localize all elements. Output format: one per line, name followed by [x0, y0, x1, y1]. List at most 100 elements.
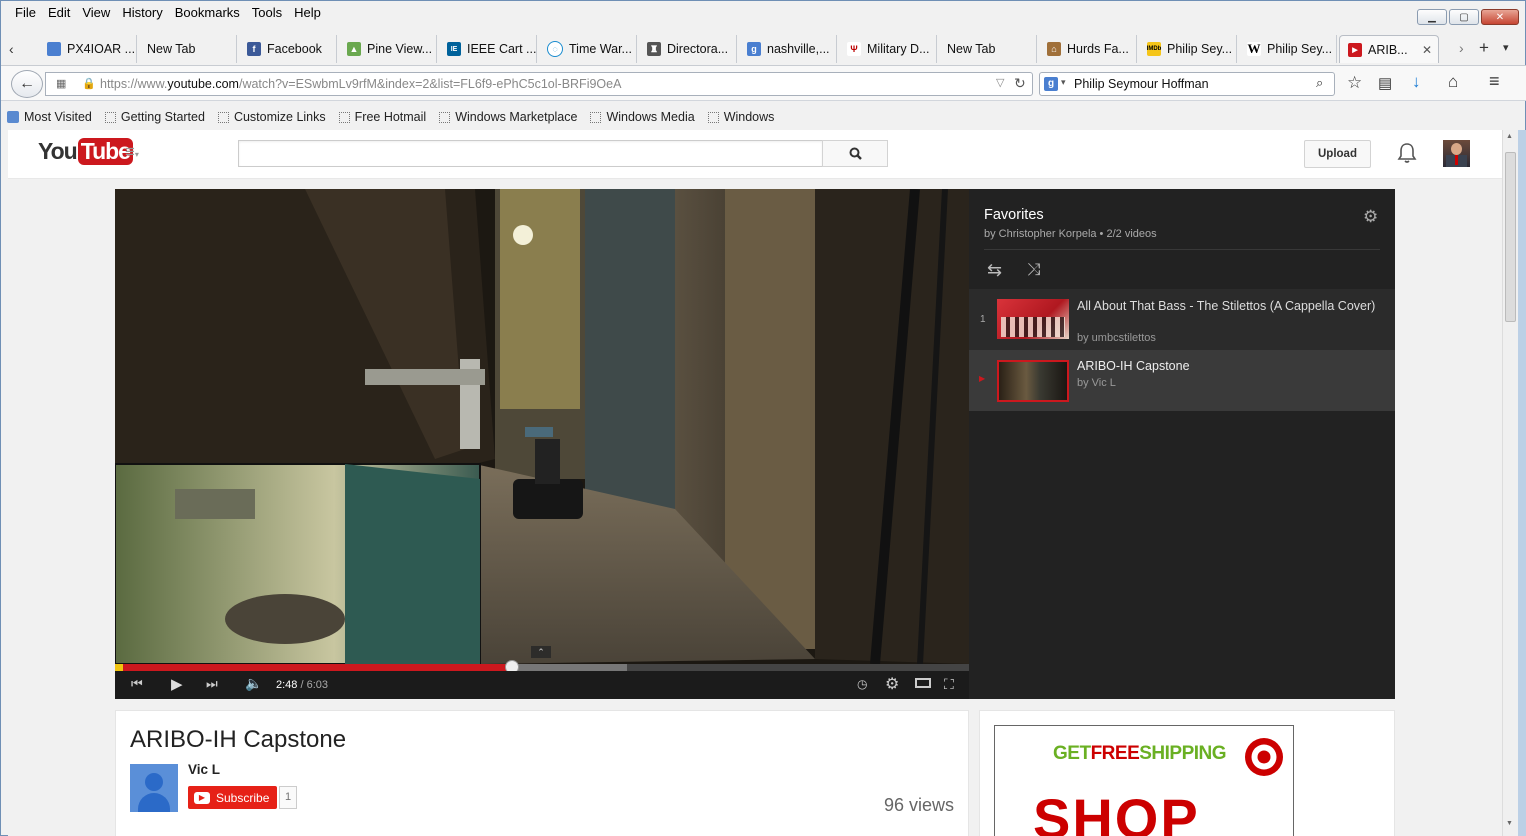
- account-avatar[interactable]: [1443, 140, 1470, 167]
- bookmark-label: Free Hotmail: [354, 110, 427, 124]
- channel-avatar[interactable]: [130, 764, 178, 812]
- bookmarks-list-icon[interactable]: ▤: [1378, 74, 1392, 92]
- volume-icon[interactable]: 🔈: [245, 675, 262, 692]
- search-input[interactable]: [238, 140, 823, 167]
- target-logo-icon: [1245, 738, 1283, 776]
- tab[interactable]: W Philip Sey...: [1239, 35, 1337, 63]
- url-bar[interactable]: ▦ 🔒 https://www.youtube.com/watch?v=ESwb…: [45, 72, 1033, 96]
- bookmark-most-visited[interactable]: Most Visited: [1, 110, 99, 124]
- tab[interactable]: Ψ Military D...: [839, 35, 937, 63]
- tab-active[interactable]: ▶ ARIB... ✕: [1339, 35, 1439, 63]
- tab[interactable]: IE IEEE Cart ...: [439, 35, 537, 63]
- time-total: / 6:03: [300, 679, 329, 691]
- tab[interactable]: ▲ Pine View...: [339, 35, 437, 63]
- google-engine-icon[interactable]: g: [1044, 77, 1058, 91]
- bookmark-item[interactable]: Getting Started: [99, 110, 212, 124]
- bookmark-page-icon: [707, 111, 719, 123]
- url-dropdown-icon[interactable]: ▽: [996, 76, 1004, 89]
- tab[interactable]: New Tab: [939, 35, 1037, 63]
- bookmark-item[interactable]: Windows Marketplace: [433, 110, 584, 124]
- shuffle-icon[interactable]: ⤨: [1027, 260, 1041, 280]
- upload-button[interactable]: Upload: [1304, 140, 1371, 168]
- menu-edit[interactable]: Edit: [42, 3, 76, 23]
- tab-label: Philip Sey...: [1167, 42, 1233, 56]
- tab[interactable]: ⌂ Hurds Fa...: [1039, 35, 1137, 63]
- notifications-bell-icon[interactable]: [1397, 142, 1417, 164]
- close-window-button[interactable]: ✕: [1481, 9, 1519, 25]
- wikipedia-icon: W: [1247, 41, 1261, 56]
- close-tab-icon[interactable]: ✕: [1422, 43, 1432, 57]
- playlist-title[interactable]: Favorites: [984, 207, 1044, 223]
- maximize-button[interactable]: ▢: [1449, 9, 1479, 25]
- playlist-item-title: All About That Bass - The Stilettos (A C…: [1077, 299, 1376, 313]
- page-scrollbar[interactable]: ▲ ▼: [1502, 130, 1518, 836]
- tab-scroll-left-icon[interactable]: ‹: [9, 41, 29, 59]
- video-player[interactable]: ⌃ ⏮ ▶ ⏭ 🔈 2:48 / 6:03 ◷ ⚙ ⛶: [115, 189, 969, 699]
- youtube-logo[interactable]: You Tube: [38, 138, 133, 165]
- bookmark-item[interactable]: Windows: [702, 110, 782, 124]
- playlist-item-author: by umbcstilettos: [1077, 332, 1156, 344]
- progress-bar[interactable]: [115, 660, 969, 674]
- back-button[interactable]: ←: [11, 70, 43, 98]
- settings-gear-icon[interactable]: ⚙: [885, 674, 899, 694]
- watch-later-icon[interactable]: ◷: [857, 677, 867, 691]
- next-icon[interactable]: ⏭: [206, 676, 218, 692]
- reload-icon[interactable]: ↻: [1014, 75, 1026, 92]
- menu-tools[interactable]: Tools: [246, 3, 288, 23]
- search-button[interactable]: [822, 140, 888, 167]
- loop-icon[interactable]: ⇆: [987, 260, 1002, 281]
- playlist-item-current[interactable]: ▶ ARIBO-IH Capstone by Vic L: [969, 350, 1395, 411]
- show-more-chevron-icon[interactable]: ⌃: [531, 646, 551, 658]
- search-engine-value: Philip Seymour Hoffman: [1074, 77, 1209, 91]
- playlist-thumbnail: [997, 360, 1069, 402]
- sidebar-ad-card: GETFREESHIPPING SHOP: [979, 710, 1395, 836]
- bookmark-label: Windows Marketplace: [455, 110, 578, 124]
- tab[interactable]: New Tab: [139, 35, 237, 63]
- new-tab-icon[interactable]: +: [1479, 38, 1489, 58]
- most-visited-icon: [7, 111, 19, 123]
- page-info-icon[interactable]: ▦: [56, 77, 66, 90]
- bookmark-item[interactable]: Windows Media: [584, 110, 701, 124]
- tab[interactable]: ♜ Directora...: [639, 35, 737, 63]
- previous-icon[interactable]: ⏮: [131, 676, 143, 692]
- tab[interactable]: IMDb Philip Sey...: [1139, 35, 1237, 63]
- bookmark-item[interactable]: Customize Links: [212, 110, 333, 124]
- play-icon[interactable]: ▶: [171, 675, 183, 693]
- home-icon[interactable]: ⌂: [1448, 72, 1458, 92]
- theater-mode-icon[interactable]: [915, 678, 931, 688]
- target-ad[interactable]: GETFREESHIPPING SHOP: [994, 725, 1294, 836]
- scroll-down-icon[interactable]: ▼: [1506, 820, 1513, 827]
- scroll-thumb[interactable]: [1505, 152, 1516, 322]
- download-icon[interactable]: ↓: [1412, 72, 1421, 92]
- guide-menu-icon[interactable]: ≡▾: [125, 142, 139, 162]
- subscribe-button[interactable]: ▶ Subscribe: [188, 786, 278, 809]
- search-engine-box[interactable]: g ▾ Philip Seymour Hoffman ⌕: [1039, 72, 1335, 96]
- playlist-item[interactable]: 1 All About That Bass - The Stilettos (A…: [969, 289, 1395, 350]
- menu-history[interactable]: History: [116, 3, 168, 23]
- tab-label: IEEE Cart ...: [467, 42, 537, 56]
- minimize-button[interactable]: ▁: [1417, 9, 1447, 25]
- menu-help[interactable]: Help: [288, 3, 327, 23]
- scroll-up-icon[interactable]: ▲: [1506, 133, 1513, 140]
- tab-label: Directora...: [667, 42, 729, 56]
- bookmark-item[interactable]: Free Hotmail: [333, 110, 434, 124]
- search-magnifier-icon[interactable]: ⌕: [1316, 75, 1323, 91]
- channel-name[interactable]: Vic L: [188, 762, 220, 777]
- tab[interactable]: g nashville,...: [739, 35, 837, 63]
- tab[interactable]: ◌ Time War...: [539, 35, 637, 63]
- fullscreen-icon[interactable]: ⛶: [944, 676, 954, 693]
- ad-headline: GETFREESHIPPING: [1053, 743, 1227, 765]
- engine-dropdown-icon[interactable]: ▾: [1061, 77, 1066, 88]
- tab-label: New Tab: [947, 42, 996, 56]
- menu-file[interactable]: File: [9, 3, 42, 23]
- tab[interactable]: f Facebook: [239, 35, 337, 63]
- menu-view[interactable]: View: [76, 3, 116, 23]
- star-bookmark-icon[interactable]: ☆: [1347, 73, 1362, 93]
- tab-scroll-right-icon[interactable]: ›: [1459, 40, 1464, 56]
- menu-bookmarks[interactable]: Bookmarks: [169, 3, 246, 23]
- tab[interactable]: PX4IOAR ...: [39, 35, 137, 63]
- bookmark-page-icon: [338, 111, 350, 123]
- tab-list-icon[interactable]: ▾: [1503, 41, 1509, 54]
- menu-hamburger-icon[interactable]: ≡: [1489, 71, 1500, 92]
- playlist-settings-icon[interactable]: ⚙: [1363, 207, 1378, 227]
